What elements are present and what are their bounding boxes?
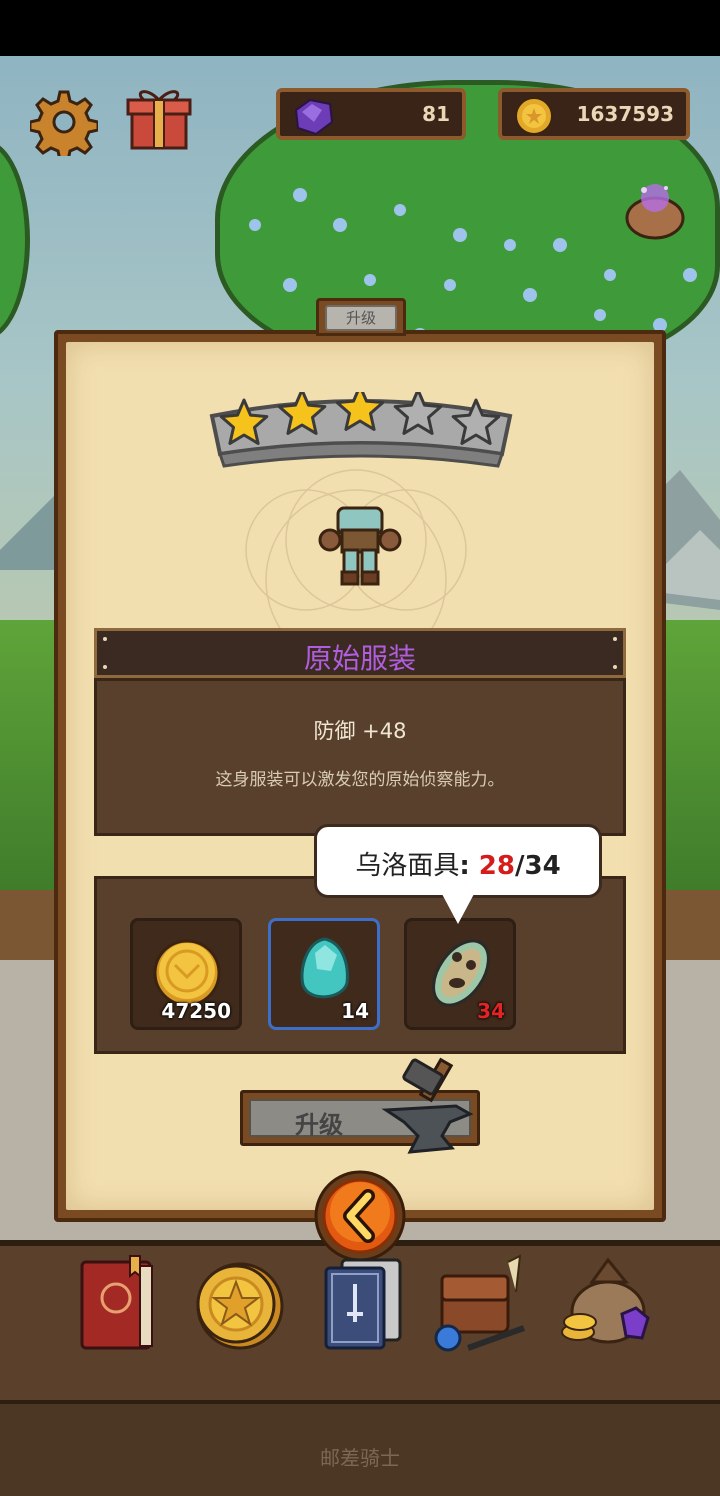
coin-counter: 1637593 (498, 88, 690, 140)
item-name: 原始服装 (303, 642, 416, 675)
magic-bag-icon[interactable] (620, 178, 690, 242)
item-description: 这身服装可以激发您的原始侦察能力。 (215, 770, 505, 790)
material-slot-crystal[interactable]: 14 (268, 918, 380, 1030)
gear-icon[interactable] (30, 88, 98, 156)
game-screen: 邮差骑士 81 1637593 升级 原始服装 防御 +48 这身服装可以激发您… (0, 0, 720, 1496)
purple-gem-icon (294, 98, 334, 136)
gem-counter: 81 (276, 88, 466, 140)
material-slot-gold[interactable]: 47250 (130, 918, 242, 1030)
tooltip-arrow (442, 894, 474, 924)
material-count: 14 (341, 999, 369, 1023)
card-deck-icon[interactable] (312, 1252, 412, 1356)
material-slot-mask[interactable]: 34 (404, 918, 516, 1030)
material-tooltip: 乌洛面具: 28/34 (314, 824, 602, 898)
tooltip-name: 乌洛面具 (355, 851, 460, 881)
back-button[interactable] (314, 1170, 406, 1262)
gold-coin-icon (515, 97, 553, 135)
status-bar (0, 0, 720, 56)
coin-count: 1637593 (576, 102, 674, 126)
tooltip-text: 乌洛面具: 28/34 (355, 851, 561, 881)
material-count: 34 (477, 999, 505, 1023)
treasure-bag-icon[interactable] (556, 1252, 656, 1356)
hero-outfit-icon (318, 506, 402, 586)
item-description-box: 防御 +48 这身服装可以激发您的原始侦察能力。 (94, 678, 626, 836)
tooltip-separator: : (459, 851, 479, 881)
star-coin-icon[interactable] (188, 1252, 288, 1356)
panel-tab-label: 升级 (325, 305, 397, 331)
gem-count: 81 (422, 102, 450, 126)
anvil-hammer-icon (381, 1057, 474, 1154)
upgrade-button-label: 升级 (295, 1111, 343, 1139)
material-count: 47250 (161, 999, 231, 1023)
tooltip-have: 28 (478, 851, 515, 881)
panel-tab: 升级 (316, 298, 406, 336)
satchel-icon[interactable] (428, 1252, 528, 1356)
star-rating (209, 392, 513, 468)
book-icon[interactable] (70, 1252, 170, 1356)
item-name-bar: 原始服装 (94, 628, 626, 678)
gift-icon[interactable] (126, 84, 192, 152)
tooltip-need: 34 (524, 851, 561, 881)
footer-label: 邮差骑士 (320, 1446, 400, 1470)
item-stat: 防御 +48 (313, 719, 407, 743)
